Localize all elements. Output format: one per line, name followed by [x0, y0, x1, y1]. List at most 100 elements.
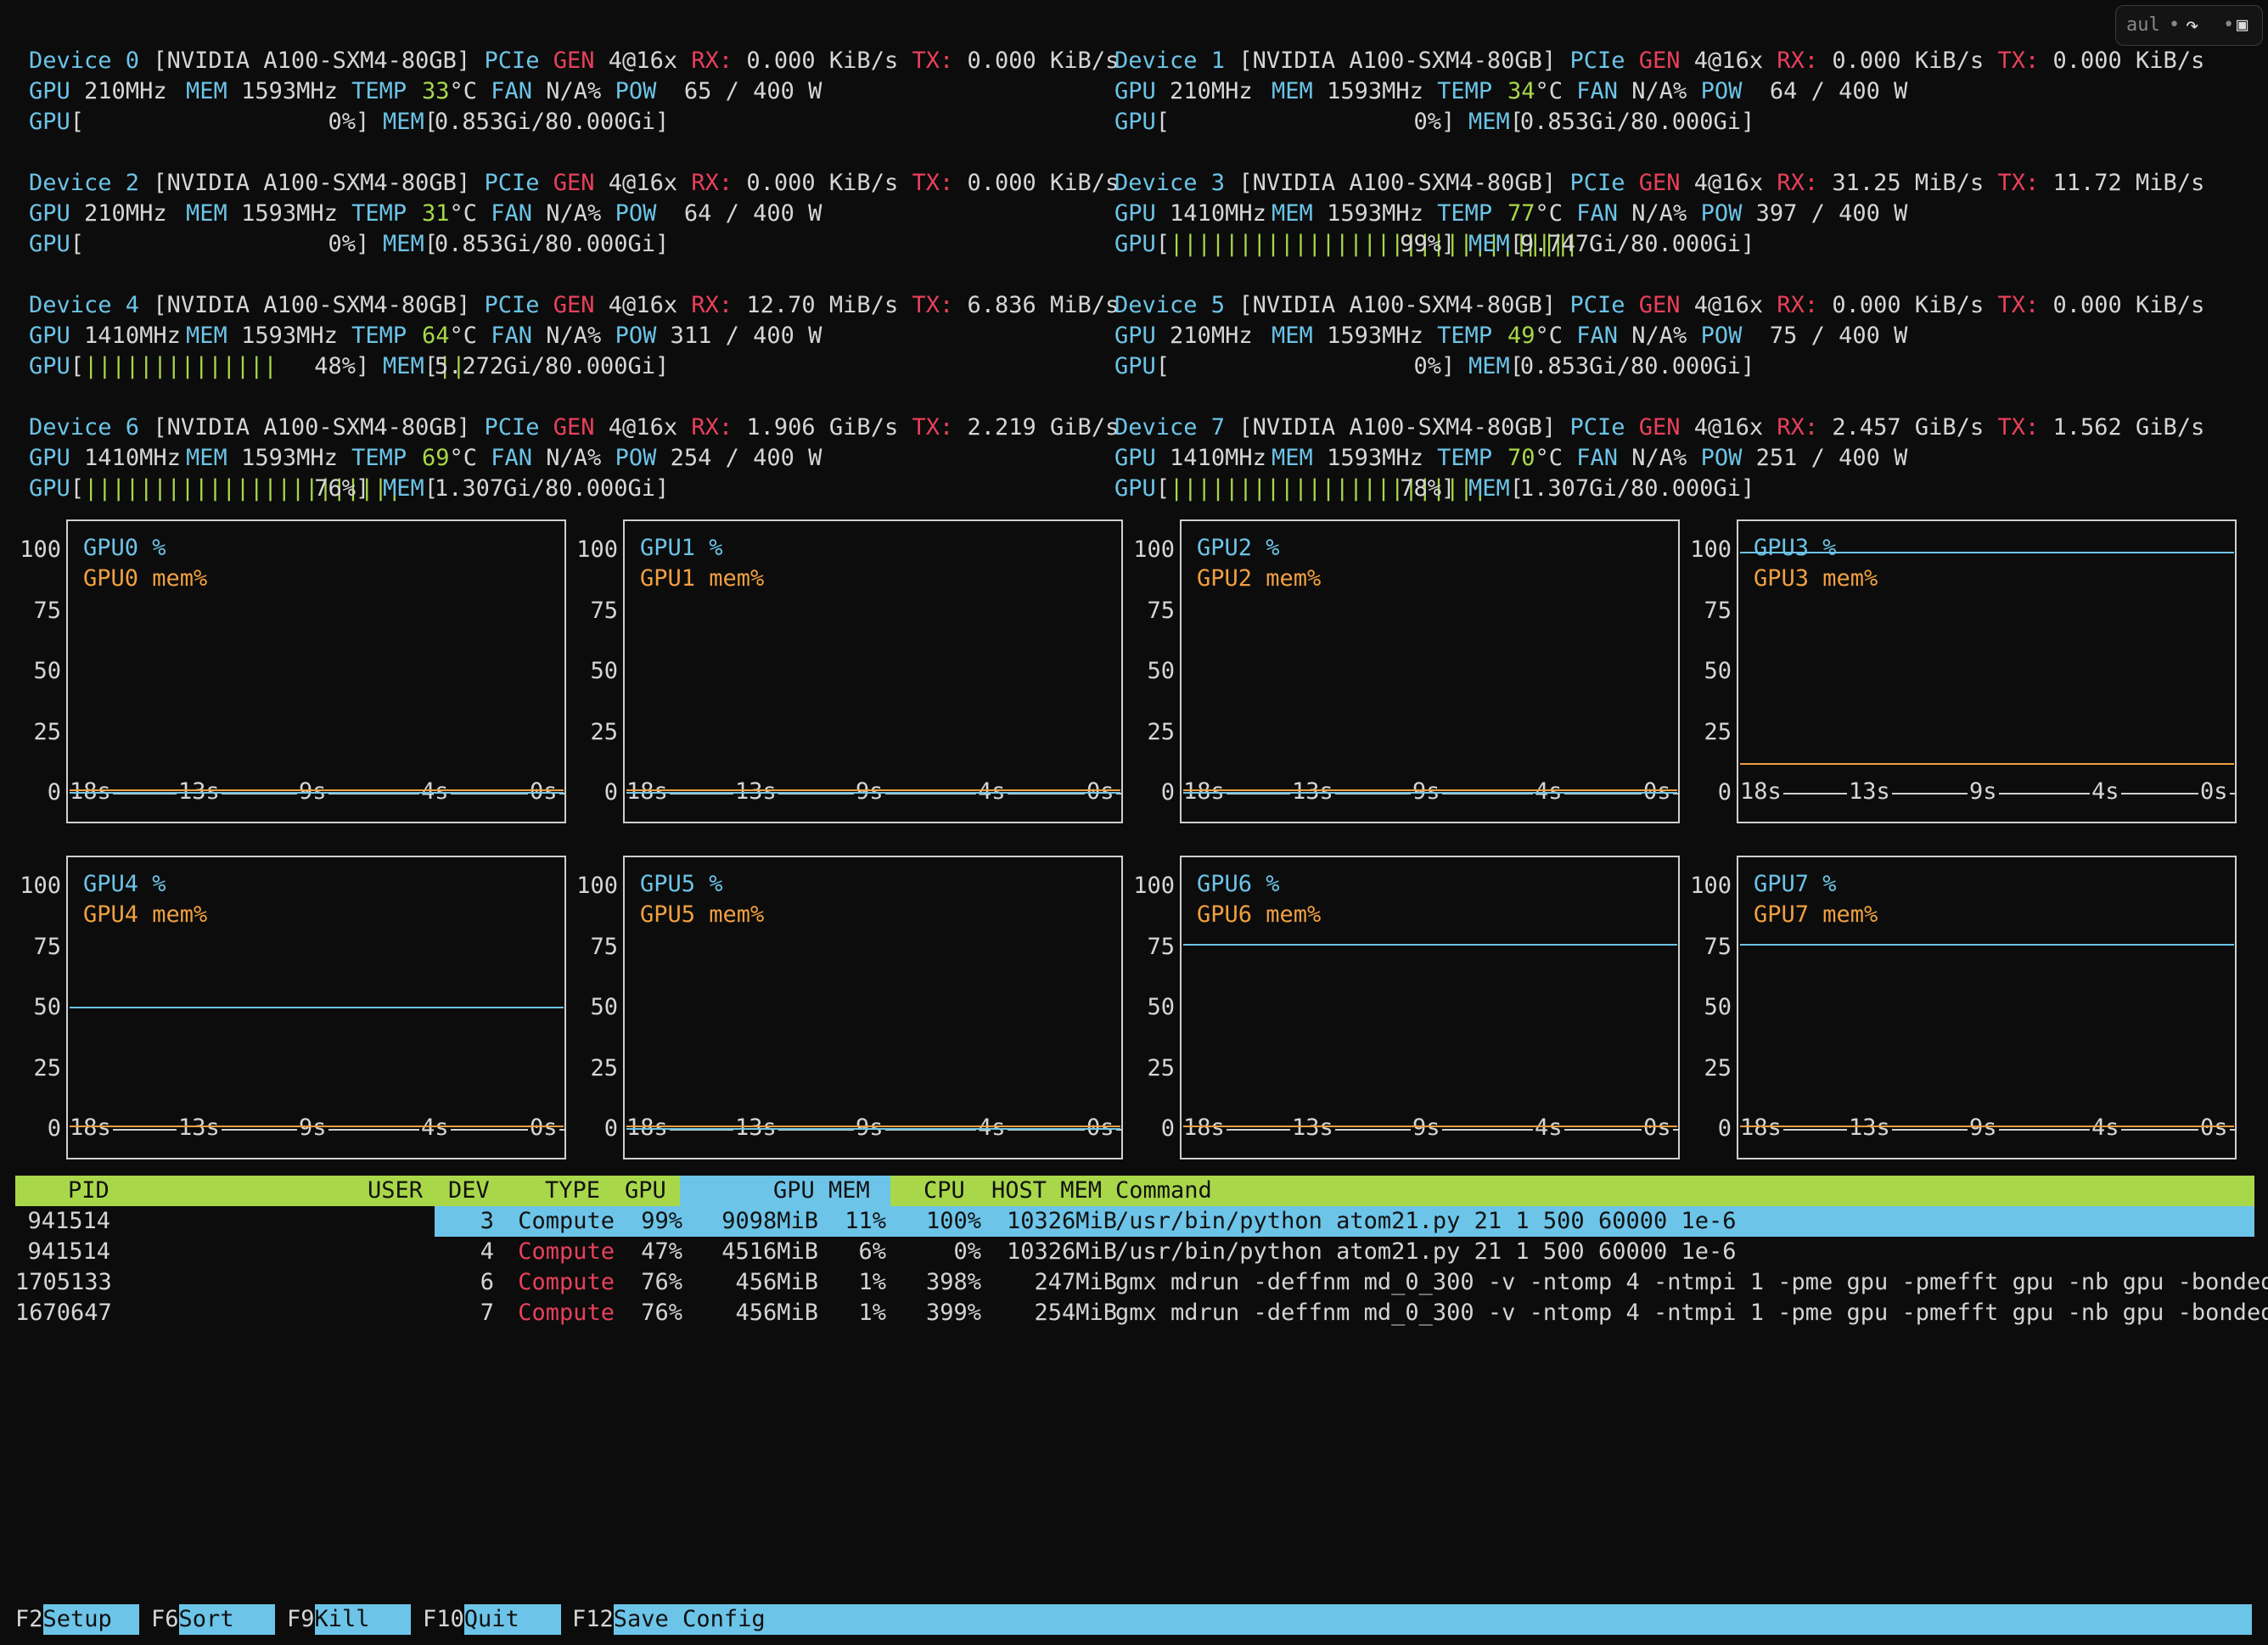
- device-model: [NVIDIA A100-SXM4-80GB]: [1238, 48, 1557, 74]
- y-tick-label: 25: [590, 1054, 618, 1081]
- x-tick-label: 18s: [1738, 1114, 1783, 1141]
- device-panel-4: Device 4 [NVIDIA A100-SXM4-80GB] PCIe GE…: [29, 290, 1119, 382]
- y-tick-label: 50: [1704, 994, 1732, 1020]
- fkey-f6[interactable]: F6Sort: [151, 1604, 276, 1635]
- series-line-1: [1183, 789, 1677, 792]
- table-row[interactable]: 1705133 6 Compute 76% 456MiB 1% 398% 247MiB gmx …: [15, 1267, 2268, 1298]
- gpu-clock-label: GPU: [1114, 323, 1156, 349]
- rx-label: RX:: [1777, 414, 1819, 441]
- device-stats-line: GPU 210MHz MEM 1593MHz TEMP 34°C FAN N/A%…: [1114, 76, 1907, 107]
- fkey-f9[interactable]: F9Kill: [287, 1604, 412, 1635]
- table-row[interactable]: 1670647 7 Compute 76% 456MiB 1% 399% 254MiB gmx …: [15, 1298, 2268, 1328]
- x-tick-label: 4s: [2090, 1114, 2121, 1141]
- pow-label: POW: [1700, 78, 1743, 104]
- y-tick-label: 50: [590, 658, 618, 684]
- header-gpu-mem[interactable]: GPU MEM: [773, 1176, 870, 1206]
- rx-value: 0.000 KiB/s: [1832, 48, 1984, 74]
- y-tick-label: 0: [1717, 1115, 1732, 1142]
- cell-host-mem: 10326MiB: [1006, 1238, 1117, 1265]
- utilization-bars-line: GPU[||||||||||||||||||||||| 76%] MEM[1.307…: [29, 474, 1098, 504]
- mem-clock-label: MEM: [1272, 323, 1313, 349]
- fkey-f10[interactable]: F10Quit: [423, 1604, 561, 1635]
- fan-label: FAN: [491, 78, 533, 104]
- rx-value: 2.457 GiB/s: [1832, 414, 1984, 441]
- temp-value: 69: [421, 445, 450, 471]
- gpu-clock-label: GPU: [29, 445, 70, 471]
- x-tick-label: 13s: [177, 1114, 222, 1141]
- temp-label: TEMP: [1437, 445, 1493, 471]
- series-legend-mem: GPU0 mem%: [83, 565, 208, 592]
- toolbar-dot: •: [2169, 14, 2181, 36]
- series-line-0: [626, 792, 1120, 794]
- y-tick-label: 75: [1147, 597, 1175, 624]
- fan-value: N/A%: [1631, 445, 1687, 471]
- cell-type: Compute: [518, 1269, 615, 1295]
- temp-value: 49: [1507, 323, 1535, 349]
- gpu-clock-label: GPU: [29, 200, 70, 227]
- y-tick-label: 25: [1704, 1054, 1732, 1081]
- fkey-f2[interactable]: F2Setup: [15, 1604, 140, 1635]
- header-cpu[interactable]: CPU: [923, 1176, 965, 1206]
- fkey-key: F2: [15, 1606, 43, 1632]
- y-tick-label: 50: [33, 994, 61, 1020]
- header-host-mem[interactable]: HOST MEM: [991, 1176, 1102, 1206]
- header-command[interactable]: Command: [1115, 1176, 1212, 1206]
- y-tick-label: 100: [20, 536, 61, 563]
- series-legend-util: GPU3 %: [1754, 535, 1837, 561]
- cell-cpu: 398%: [925, 1269, 981, 1295]
- gpu-clock: 1410MHz: [84, 445, 181, 471]
- header-gpu[interactable]: GPU: [625, 1176, 666, 1206]
- rx-label: RX:: [1777, 292, 1819, 318]
- gpu-clock: 210MHz: [1170, 78, 1253, 104]
- y-tick-label: 0: [603, 779, 618, 806]
- cell-dev: 7: [480, 1300, 494, 1326]
- rx-label: RX:: [1777, 48, 1819, 74]
- sidebar-toggle-icon[interactable]: ▣: [2237, 11, 2248, 40]
- cell-type: Compute: [518, 1300, 615, 1326]
- y-tick-label: 50: [33, 658, 61, 684]
- gpu-clock: 1410MHz: [1170, 445, 1266, 471]
- series-legend-mem: GPU5 mem%: [640, 901, 765, 928]
- y-tick-label: 0: [603, 1115, 618, 1142]
- device-header-line: Device 0 [NVIDIA A100-SXM4-80GB] PCIe GE…: [29, 46, 1119, 76]
- tx-label: TX:: [1997, 48, 2040, 74]
- pow-value: 75 / 400 W: [1755, 323, 1908, 349]
- header-user[interactable]: USER: [368, 1176, 423, 1206]
- device-panel-6: Device 6 [NVIDIA A100-SXM4-80GB] PCIe GE…: [29, 413, 1119, 504]
- mem-clock: 1593MHz: [1327, 323, 1423, 349]
- y-tick-label: 0: [1717, 779, 1732, 806]
- header-type[interactable]: TYPE: [545, 1176, 600, 1206]
- toolbar-input[interactable]: aul: [2126, 11, 2160, 40]
- mem-clock: 1593MHz: [1327, 78, 1423, 104]
- fan-label: FAN: [491, 200, 533, 227]
- temp-value: 31: [421, 200, 450, 227]
- y-tick-label: 50: [1704, 658, 1732, 684]
- cell-gpu-mem-pct: 1%: [858, 1300, 886, 1326]
- header-pid[interactable]: PID: [68, 1176, 109, 1206]
- tx-value: 6.836 MiB/s: [967, 292, 1120, 318]
- device-stats-line: GPU 1410MHz MEM 1593MHz TEMP 69°C FAN N/A…: [29, 443, 822, 474]
- share-icon[interactable]: ↷: [2186, 11, 2199, 40]
- y-tick-label: 50: [1147, 658, 1175, 684]
- pow-label: POW: [615, 200, 657, 227]
- device-panel-2: Device 2 [NVIDIA A100-SXM4-80GB] PCIe GE…: [29, 168, 1119, 260]
- table-row[interactable]: 941514 4 Compute 47% 4516MiB 6% 0% 10326MiB/usr…: [15, 1237, 2254, 1267]
- device-panel-1: Device 1 [NVIDIA A100-SXM4-80GB] PCIe GE…: [1114, 46, 2204, 138]
- rx-value: 0.000 KiB/s: [1832, 292, 1984, 318]
- device-stats-line: GPU 1410MHz MEM 1593MHz TEMP 64°C FAN N/A…: [29, 321, 822, 351]
- pcie-label: PCIe: [484, 292, 540, 318]
- gpu-clock-label: GPU: [1114, 445, 1156, 471]
- x-tick-label: 18s: [68, 1114, 113, 1141]
- mem-clock-label: MEM: [1272, 78, 1313, 104]
- gen-label: GEN: [1638, 48, 1681, 74]
- cell-gpu: 76%: [641, 1300, 682, 1326]
- series-line-0: [1740, 943, 2234, 946]
- fkey-f12[interactable]: F12Save Config: [572, 1604, 2254, 1635]
- rx-label: RX:: [691, 170, 733, 196]
- table-row[interactable]: 941514 3 Compute 99% 9098MiB 11% 100% 10326MiB /…: [15, 1206, 2254, 1237]
- header-dev[interactable]: DEV: [448, 1176, 490, 1206]
- device-stats-line: GPU 1410MHz MEM 1593MHz TEMP 77°C FAN N/A…: [1114, 199, 1907, 229]
- temp-label: TEMP: [351, 78, 407, 104]
- gen-label: GEN: [553, 48, 595, 74]
- fan-value: N/A%: [1631, 200, 1687, 227]
